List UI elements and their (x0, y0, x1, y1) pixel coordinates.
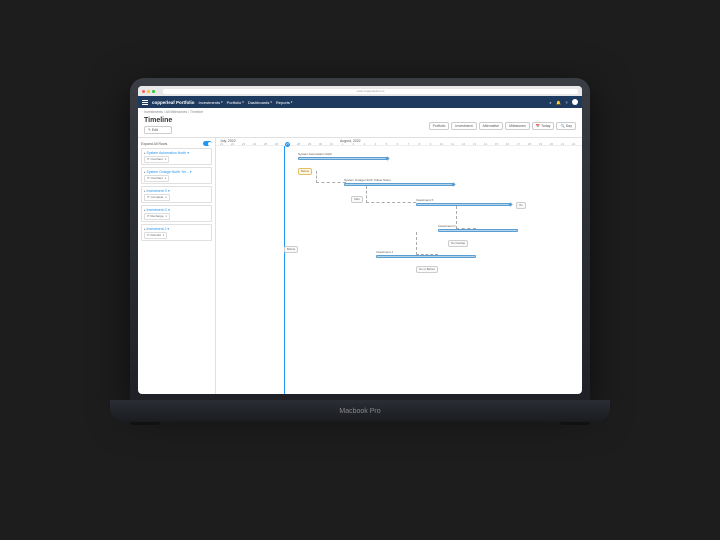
investment-name[interactable]: Investment X ▾ (144, 189, 209, 193)
list-item[interactable]: Investment C ▾ Recharge (141, 205, 212, 222)
constraint-tag[interactable]: Before (298, 168, 312, 175)
brand-logo[interactable]: copperleaf Portfolio (152, 100, 195, 105)
gantt-bar-label: System Automation North (298, 152, 332, 156)
investment-status[interactable]: Recharge (144, 213, 170, 220)
gantt-bar-label: Investment J (376, 250, 393, 254)
gantt-bar-label: Investment C (438, 224, 456, 228)
list-item[interactable]: System Automation North ▾ Overhaul (141, 148, 212, 165)
dependency-line (366, 186, 416, 203)
zoom-day-button[interactable]: 🔍 Day (556, 122, 576, 130)
help-icon[interactable]: ? (564, 100, 569, 105)
milestone-icon[interactable] (508, 202, 512, 206)
gantt-bar-label: Investment X (416, 198, 434, 202)
expand-all-label: Expand All Rows (141, 142, 167, 146)
bell-icon[interactable]: 🔔 (556, 100, 561, 105)
window-minimize-icon[interactable] (147, 90, 150, 93)
filter-investment[interactable]: Investment (451, 122, 476, 130)
browser-chrome: www.copperleaf.com (138, 86, 582, 96)
investment-name[interactable]: Investment J ▾ (144, 227, 209, 231)
page-title: Timeline (144, 117, 172, 124)
milestone-icon[interactable] (385, 156, 389, 160)
investment-name[interactable]: System Outage North Yel... ▾ (144, 170, 209, 174)
constraint-tag[interactable]: On or Before (416, 266, 438, 273)
nav-reports[interactable]: Reports (276, 100, 293, 105)
search-icon[interactable]: ⌕ (548, 100, 553, 105)
nav-investments[interactable]: Investments (199, 100, 223, 105)
gantt-bar[interactable] (298, 157, 388, 160)
constraint-tag[interactable]: Before (284, 246, 298, 253)
dependency-line (456, 206, 476, 229)
gantt-bar[interactable] (438, 229, 518, 232)
menu-icon[interactable] (142, 99, 148, 105)
list-item[interactable]: System Outage North Yel... ▾ Overhaul (141, 167, 212, 184)
investment-name[interactable]: System Automation North ▾ (144, 151, 209, 155)
breadcrumb[interactable]: Investments / All Milestones / Timeline (138, 108, 582, 116)
investment-status[interactable]: Overhaul (144, 156, 169, 163)
investment-status[interactable]: Complete (144, 194, 170, 201)
today-line (284, 146, 285, 394)
window-close-icon[interactable] (142, 90, 145, 93)
filter-milestones[interactable]: Milestones (505, 122, 530, 130)
sidebar: Expand All Rows System Automation North … (138, 138, 216, 394)
milestone-icon[interactable] (451, 182, 455, 186)
filter-alternative[interactable]: Alternative (479, 122, 504, 130)
laptop-base: Macbook Pro (110, 400, 610, 422)
device-label: Macbook Pro (339, 408, 380, 415)
constraint-tag[interactable]: No Overlap (448, 240, 468, 247)
url-bar[interactable]: www.copperleaf.com (163, 89, 578, 94)
gantt-bar[interactable] (376, 255, 476, 258)
avatar[interactable] (572, 99, 578, 105)
gantt-bar-label: System Outage North Yellow Stone (344, 178, 391, 182)
dependency-line (316, 171, 346, 183)
constraint-tag[interactable]: After (351, 196, 363, 203)
nav-portfolio[interactable]: Portfolio (227, 100, 244, 105)
list-item[interactable]: Investment X ▾ Complete (141, 186, 212, 203)
today-button[interactable]: 📅 Today (532, 122, 555, 130)
dependency-line (416, 232, 438, 255)
expand-toggle[interactable] (203, 141, 212, 146)
investment-name[interactable]: Investment C ▾ (144, 208, 209, 212)
investment-status[interactable]: Rebuild (144, 232, 167, 239)
constraint-tag[interactable]: On (516, 202, 526, 209)
top-nav: copperleaf Portfolio Investments Portfol… (138, 96, 582, 108)
gantt-chart[interactable]: July, 2022 August, 2022 2122232425262728… (216, 138, 582, 394)
window-maximize-icon[interactable] (152, 90, 155, 93)
edit-button[interactable]: ✎ Edit (144, 126, 172, 134)
filter-portfolio[interactable]: Portfolio (429, 122, 450, 130)
nav-dashboards[interactable]: Dashboards (248, 100, 272, 105)
list-item[interactable]: Investment J ▾ Rebuild (141, 224, 212, 241)
investment-status[interactable]: Overhaul (144, 175, 169, 182)
